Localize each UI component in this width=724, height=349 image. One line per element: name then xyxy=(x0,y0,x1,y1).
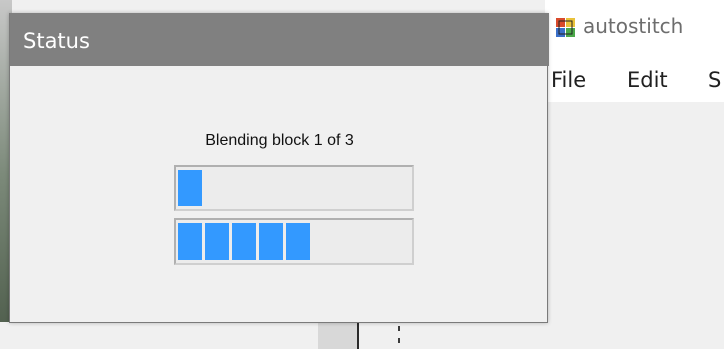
menu-file[interactable]: File xyxy=(551,68,586,92)
progress-segment xyxy=(178,223,202,260)
progress-bar-primary xyxy=(174,165,414,211)
menu-s[interactable]: S xyxy=(708,68,721,92)
background-dash xyxy=(398,338,400,343)
background-area xyxy=(0,322,545,349)
menu-edit[interactable]: Edit xyxy=(627,68,668,92)
background-dash xyxy=(398,326,400,331)
progress-segment xyxy=(178,170,202,206)
progress-segment xyxy=(259,223,283,260)
status-title: Status xyxy=(23,29,90,53)
background-panel xyxy=(318,322,358,349)
autostitch-titlebar[interactable]: autostitch xyxy=(545,0,724,62)
status-message: Blending block 1 of 3 xyxy=(205,132,354,149)
autostitch-app-icon xyxy=(556,18,575,37)
autostitch-client-area xyxy=(545,102,724,349)
status-titlebar[interactable]: Status xyxy=(10,13,549,66)
progress-segment xyxy=(286,223,310,260)
progress-segment xyxy=(232,223,256,260)
autostitch-title: autostitch xyxy=(583,14,684,38)
status-dialog: Status Blending block 1 of 3 xyxy=(9,13,549,323)
background-divider xyxy=(357,322,359,349)
progress-segment xyxy=(205,223,229,260)
progress-fill-secondary xyxy=(178,223,310,260)
autostitch-window: autostitch File Edit S xyxy=(545,0,724,349)
progress-bar-secondary xyxy=(174,218,414,265)
progress-fill-primary xyxy=(178,170,202,206)
autostitch-menubar: File Edit S xyxy=(545,62,724,102)
